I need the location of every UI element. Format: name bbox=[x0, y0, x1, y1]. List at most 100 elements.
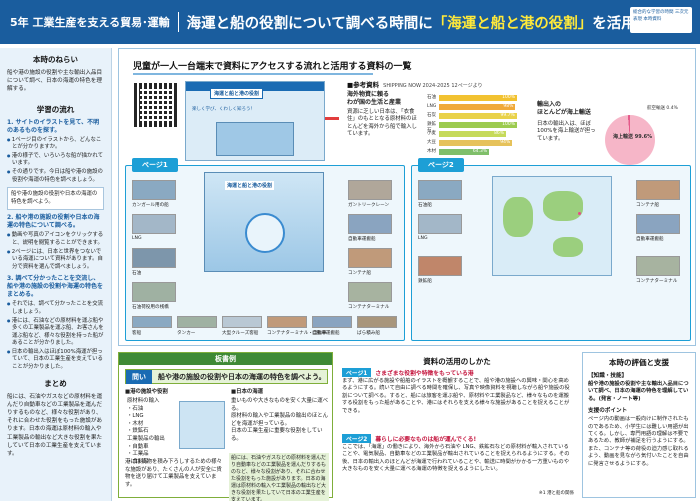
label-oil-ship: 石油船 bbox=[418, 203, 432, 208]
aim-title: 本時のねらい bbox=[33, 55, 78, 64]
grade-label: 5年 工業生産を支える貿易･運輸 bbox=[10, 16, 170, 29]
label-tanker: カンガール用の船 bbox=[132, 203, 169, 208]
label-ore-ship: 鉄鉱船 bbox=[418, 279, 432, 284]
question-text: 船や港の施設の役割や日本の海運の特色を調べよう。 bbox=[158, 373, 326, 381]
goal-box: 船や港の施設の役割や日本の海運の特色を調べよう。 bbox=[7, 187, 104, 211]
flow-arrow bbox=[325, 117, 339, 120]
ref-right-label: 輸出入の ほとんどが海上輸送 bbox=[537, 101, 591, 116]
photo-pier[interactable] bbox=[132, 282, 176, 302]
page: 5年 工業生産を支える貿易･運輸 海運と船の役割について調べる時間に「海運と船と… bbox=[0, 0, 700, 501]
bottom-photo[interactable] bbox=[177, 316, 217, 328]
usage-tag2: ページ2 暮らしに必要なものは船が運んでくる! bbox=[342, 434, 476, 443]
tag2-text: 暮らしに必要なものは船が運んでくる! bbox=[375, 437, 477, 443]
japan-marker bbox=[578, 212, 581, 215]
photo-ore-ship[interactable] bbox=[418, 256, 462, 276]
page1-site-title: 海運と船と港の役割 bbox=[225, 181, 275, 190]
label-container-terminal: コンテナターミナル bbox=[636, 279, 678, 284]
photo-container-terminal[interactable] bbox=[636, 256, 680, 276]
board-question: 問い 船や港の施設の役割や日本の海運の特色を調べよう。 bbox=[125, 369, 328, 384]
continent-shape bbox=[553, 237, 583, 257]
board-bottom-text: 港には貨物を積み下ろしするための様々な施設があり、たくさんの人が安全に貨物を送り… bbox=[125, 459, 222, 488]
title-highlight: 「海運と船と港の役割」 bbox=[432, 15, 593, 32]
ref-title-text: 参考資料 bbox=[353, 81, 380, 89]
bottom-photo-label: 客船 bbox=[132, 331, 142, 336]
title-underline bbox=[133, 73, 373, 75]
photo-lng-ship[interactable] bbox=[418, 214, 462, 234]
evaluation-section: 本時の評価と支援 【知識・技能】 船や港の施設の役割や主な輸出入品目について調べ… bbox=[582, 352, 696, 498]
photo-terminal[interactable] bbox=[348, 282, 392, 302]
header: 5年 工業生産を支える貿易･運輸 海運と船の役割について調べる時間に「海運と船と… bbox=[0, 0, 700, 44]
summary-title: まとめ bbox=[44, 378, 67, 388]
page1-port-illustration[interactable]: 海運と船と港の役割 bbox=[204, 172, 324, 272]
ref-source: SHIPPING NOW 2024-2025 12ページより bbox=[383, 83, 483, 89]
board-header: 板書例 bbox=[119, 353, 332, 365]
board-col2-title: ■日本の海運 bbox=[231, 389, 264, 395]
site-subtitle: 楽しく学び、くわしく知ろう！ bbox=[192, 107, 255, 112]
board-col1-item: 工業製品の輸出 bbox=[127, 435, 165, 442]
usage-credit: ※1 港と船の関係 bbox=[538, 491, 574, 496]
tag2-badge: ページ2 bbox=[342, 434, 372, 443]
page-title: 海運と船の役割について調べる時間に「海運と船と港の役割」を活用する。 bbox=[187, 12, 680, 33]
bottom-photo[interactable] bbox=[312, 316, 352, 328]
pie-label: 海上輸送 99.6% bbox=[613, 134, 653, 140]
bottom-photo[interactable] bbox=[222, 316, 262, 328]
label-container-ship: コンテナ船 bbox=[636, 203, 659, 208]
photo-lng[interactable] bbox=[132, 214, 176, 234]
photo-oil[interactable] bbox=[132, 248, 176, 268]
step1-item: 港の様子で、いろいろな船が描かれています。 bbox=[12, 152, 104, 168]
flow-title: 学習の流れ bbox=[36, 104, 75, 114]
photo-crane[interactable] bbox=[348, 180, 392, 200]
label-lng: LNG bbox=[132, 236, 142, 241]
bottom-photo-label: 自動車運搬船 bbox=[312, 331, 340, 336]
ref-title: ■参考資料 SHIPPING NOW 2024-2025 12ページより bbox=[347, 81, 483, 89]
ref-right-text: 日本の輸出入は、ほぼ100%を海上輸送が担っています。 bbox=[537, 121, 596, 142]
photo-tanker[interactable] bbox=[132, 180, 176, 200]
bottom-photo[interactable] bbox=[267, 316, 307, 328]
photo-car-ship[interactable] bbox=[636, 214, 680, 234]
photo-oil-ship[interactable] bbox=[418, 180, 462, 200]
usage-section: 資料の活用のしかた ページ1 さまざまな役割や特徴をもっている港 まず、港に広がる… bbox=[338, 352, 576, 498]
photo-container-ship[interactable] bbox=[636, 180, 680, 200]
step3-item: 日本の輸出入はほぼ100%海運が担っていて、日本の工業生産を支えていることが分か… bbox=[12, 348, 104, 372]
photo-car-carrier[interactable] bbox=[348, 214, 392, 234]
bar-label: 大豆 bbox=[427, 140, 436, 145]
dependency-bar: 100% bbox=[439, 122, 517, 128]
board-note: 船には、石油やガスなどの原材料を運んだり自動車などの工業製品を運んだりするものな… bbox=[229, 453, 329, 501]
dependency-bar: 86% bbox=[439, 131, 507, 137]
pie-air-label: 航空輸送 0.4% bbox=[647, 106, 678, 111]
header-divider bbox=[177, 12, 179, 32]
ref-left-text: 資源に乏しい日本は、「衣食住」のもととなる原材料のほとんどを海外から船で輸入して… bbox=[347, 109, 417, 138]
label-pier: 石油荷役用の桟橋 bbox=[132, 305, 169, 310]
bar-label: LNG bbox=[427, 104, 437, 109]
bottom-photo[interactable] bbox=[357, 316, 397, 328]
bottom-photo[interactable] bbox=[132, 316, 172, 328]
usage-title: 資料の活用のしかた bbox=[423, 357, 491, 366]
summary-text: 船には、石油やガスなどの原材料を運んだり自動車などの工業製品を運んだりするものな… bbox=[7, 393, 103, 458]
bottom-photo-label: 大型クルーズ客船 bbox=[222, 331, 259, 336]
title-pre: 海運と船の役割について調べる時間に bbox=[186, 15, 433, 32]
step3-item: それでは、調べて分かったことを交流しましょう。 bbox=[12, 300, 104, 316]
dependency-bar: 94% bbox=[439, 140, 513, 146]
label-car-carrier: 自動車運搬船 bbox=[348, 237, 376, 242]
board-col1-item: ・石油 bbox=[127, 405, 144, 412]
board-col1-item: 原材料の輸入 bbox=[127, 398, 160, 404]
site-screenshot[interactable]: 海運と船と港の役割 楽しく学び、くわしく知ろう！ bbox=[185, 81, 325, 161]
dependency-bar: 100% bbox=[439, 95, 517, 101]
board-illustration bbox=[179, 401, 225, 449]
board-col2-item: 原材料の輸入や工業製品の輸出のほとんどを海運が担っている。 bbox=[231, 413, 329, 427]
panel-title: 児童が一人一台端末で資料にアクセスする流れと活用する資料の一覧 bbox=[133, 62, 412, 72]
qr-code[interactable] bbox=[134, 83, 178, 127]
board-col1-item: ・LNG bbox=[127, 413, 144, 420]
page2-box: ページ2 石油船 LNG 鉄鉱船 コンテナ船 自動車運搬船 コンテナターミナル bbox=[411, 158, 691, 341]
board-col2-list: 重いものや大きなものを安く大量に運べる。 原材料の輸入や工業製品の輸出のほとんどを… bbox=[231, 398, 331, 444]
world-route-map[interactable] bbox=[492, 176, 612, 276]
dependency-bar: 99.7% bbox=[439, 113, 517, 119]
photo-container[interactable] bbox=[348, 248, 392, 268]
usage-text1: まず、港に広がる施設や船舶のイラストを概観することで、船や港の施設への興味・関心… bbox=[342, 378, 570, 414]
label-lng-ship: LNG bbox=[418, 236, 428, 241]
left-column: 本時のねらい 船や港の施設の役割や主な輸出入品目について調べ、日本の海運の特色を… bbox=[0, 48, 112, 501]
label-crane: ガントリークレーン bbox=[348, 203, 390, 208]
question-badge: 問い bbox=[126, 370, 152, 384]
page1-box: ページ1 海運と船と港の役割 カンガール用の船 LNG 石油 石油荷役用の桟橋 … bbox=[125, 158, 405, 341]
page1-title: ページ1 bbox=[132, 158, 178, 172]
